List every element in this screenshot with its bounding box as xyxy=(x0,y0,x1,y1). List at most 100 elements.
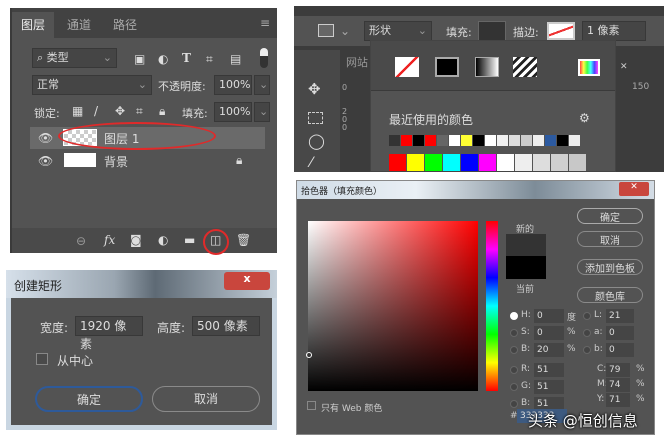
opacity-dropdown[interactable]: ⌄ xyxy=(254,75,270,95)
solid-fill-icon[interactable] xyxy=(435,57,459,77)
filter-toggle[interactable] xyxy=(260,48,268,68)
magic-wand-icon[interactable]: ⁄ xyxy=(310,156,312,170)
fill-input[interactable]: 100% xyxy=(214,102,252,122)
recent-color-swatch[interactable] xyxy=(461,135,472,146)
color-grid-swatch[interactable] xyxy=(569,154,586,171)
field-input[interactable]: 20 xyxy=(534,343,564,357)
saturation-brightness-field[interactable] xyxy=(308,221,478,391)
ok-button[interactable]: 确定 xyxy=(577,208,643,224)
recent-color-swatch[interactable] xyxy=(545,135,556,146)
cmyk-input[interactable]: 74 xyxy=(606,378,630,392)
color-grid-swatch[interactable] xyxy=(389,154,406,171)
web-only-checkbox[interactable] xyxy=(307,401,316,410)
cmyk-input[interactable]: 79 xyxy=(606,363,630,377)
ok-button[interactable]: 确定 xyxy=(35,386,143,412)
lasso-tool-icon[interactable]: ◯ xyxy=(308,134,325,149)
blend-mode-select[interactable]: 正常 ⌄ xyxy=(32,75,152,95)
link-icon[interactable]: ⊖ xyxy=(76,234,86,248)
lock-brush-icon[interactable]: / xyxy=(94,104,98,118)
field-input[interactable]: 0 xyxy=(534,326,564,340)
close-doc-icon[interactable]: ✕ xyxy=(620,62,628,72)
radio-0[interactable] xyxy=(510,312,518,320)
fx-icon[interactable]: fx xyxy=(104,233,115,247)
field-input[interactable]: 51 xyxy=(534,380,564,394)
adjustment-layer-icon[interactable]: ◐ xyxy=(158,233,168,247)
color-grid-swatch[interactable] xyxy=(533,154,550,171)
tab-channels[interactable]: 通道 xyxy=(58,12,100,38)
current-color-swatch[interactable] xyxy=(506,256,546,279)
lab-radio[interactable] xyxy=(583,312,591,320)
height-input[interactable]: 500 像素 xyxy=(192,316,260,336)
smart-object-filter-icon[interactable]: ▤ xyxy=(230,52,241,66)
pattern-fill-icon[interactable] xyxy=(513,57,537,77)
lock-artboard-icon[interactable]: ⌗ xyxy=(136,104,143,118)
panel-menu-icon[interactable]: ≡ xyxy=(260,16,270,30)
lab-radio[interactable] xyxy=(583,346,591,354)
field-input[interactable]: 0 xyxy=(534,309,564,323)
color-grid-swatch[interactable] xyxy=(461,154,478,171)
lab-input[interactable]: 0 xyxy=(606,343,634,357)
field-input[interactable]: 51 xyxy=(534,363,564,377)
color-cursor[interactable] xyxy=(306,352,312,358)
cancel-button[interactable]: 取消 xyxy=(577,231,643,247)
color-grid-swatch[interactable] xyxy=(551,154,568,171)
radio-3[interactable] xyxy=(510,366,518,374)
folder-icon[interactable]: ▬ xyxy=(184,233,195,247)
recent-color-swatch[interactable] xyxy=(509,135,520,146)
recent-color-swatch[interactable] xyxy=(497,135,508,146)
recent-color-swatch[interactable] xyxy=(425,135,436,146)
gear-icon[interactable]: ⚙︎ xyxy=(579,111,590,125)
lock-transparent-icon[interactable]: ▦ xyxy=(72,104,83,118)
stroke-swatch[interactable] xyxy=(547,22,575,40)
color-grid-swatch[interactable] xyxy=(497,154,514,171)
color-picker-icon[interactable] xyxy=(578,59,600,76)
hue-slider[interactable] xyxy=(486,221,498,391)
from-center-checkbox[interactable] xyxy=(36,353,48,365)
recent-color-swatch[interactable] xyxy=(449,135,460,146)
visibility-eye-icon[interactable]: 👁︎ xyxy=(38,131,53,145)
chevron-down-icon[interactable]: ⌄ xyxy=(340,24,350,38)
cmyk-input[interactable]: 71 xyxy=(606,393,630,407)
mask-icon[interactable]: ◙ xyxy=(130,233,142,247)
color-grid-swatch[interactable] xyxy=(515,154,532,171)
radio-1[interactable] xyxy=(510,329,518,337)
pixel-filter-icon[interactable]: ▣ xyxy=(134,52,145,66)
gradient-fill-icon[interactable] xyxy=(475,57,499,77)
recent-color-swatch[interactable] xyxy=(569,135,580,146)
layer-row-background[interactable]: 👁︎ 背景 🔒︎ xyxy=(30,150,265,171)
add-to-swatches-button[interactable]: 添加到色板 xyxy=(577,259,643,275)
visibility-eye-icon[interactable]: 👁︎ xyxy=(38,154,53,168)
fill-dropdown[interactable]: ⌄ xyxy=(254,102,270,122)
fill-swatch[interactable] xyxy=(478,21,506,41)
recent-color-swatch[interactable] xyxy=(389,135,400,146)
color-libraries-button[interactable]: 颜色库 xyxy=(577,287,643,303)
recent-color-swatch[interactable] xyxy=(437,135,448,146)
shape-preset-icon[interactable] xyxy=(318,24,334,37)
lab-input[interactable]: 21 xyxy=(606,309,634,323)
opacity-input[interactable]: 100% xyxy=(214,75,252,95)
type-filter-icon[interactable]: T xyxy=(182,51,191,65)
close-button[interactable]: x xyxy=(224,272,270,290)
tab-layers[interactable]: 图层 xyxy=(12,12,55,38)
move-tool-icon[interactable]: ✥ xyxy=(308,82,321,97)
radio-4[interactable] xyxy=(510,383,518,391)
color-grid-swatch[interactable] xyxy=(407,154,424,171)
lab-input[interactable]: 0 xyxy=(606,326,634,340)
no-fill-icon[interactable] xyxy=(395,57,419,77)
shape-mode-select[interactable]: 形状 ⌄ xyxy=(364,21,432,41)
recent-color-swatch[interactable] xyxy=(413,135,424,146)
color-grid-swatch[interactable] xyxy=(425,154,442,171)
stroke-width-input[interactable]: 1 像素 xyxy=(582,21,646,41)
filter-kind-select[interactable]: ⌕ 类型 ⌄ xyxy=(32,48,117,68)
adjustment-filter-icon[interactable]: ◐ xyxy=(158,52,168,66)
recent-color-swatch[interactable] xyxy=(401,135,412,146)
marquee-tool-icon[interactable] xyxy=(308,112,323,124)
recent-color-swatch[interactable] xyxy=(485,135,496,146)
radio-2[interactable] xyxy=(510,346,518,354)
lock-all-icon[interactable]: 🔒︎ xyxy=(159,104,165,118)
color-grid-swatch[interactable] xyxy=(479,154,496,171)
width-input[interactable]: 1920 像素 xyxy=(75,316,143,351)
lock-position-icon[interactable]: ✥ xyxy=(115,104,125,118)
recent-color-swatch[interactable] xyxy=(557,135,568,146)
shape-filter-icon[interactable]: ⌗ xyxy=(206,52,213,66)
